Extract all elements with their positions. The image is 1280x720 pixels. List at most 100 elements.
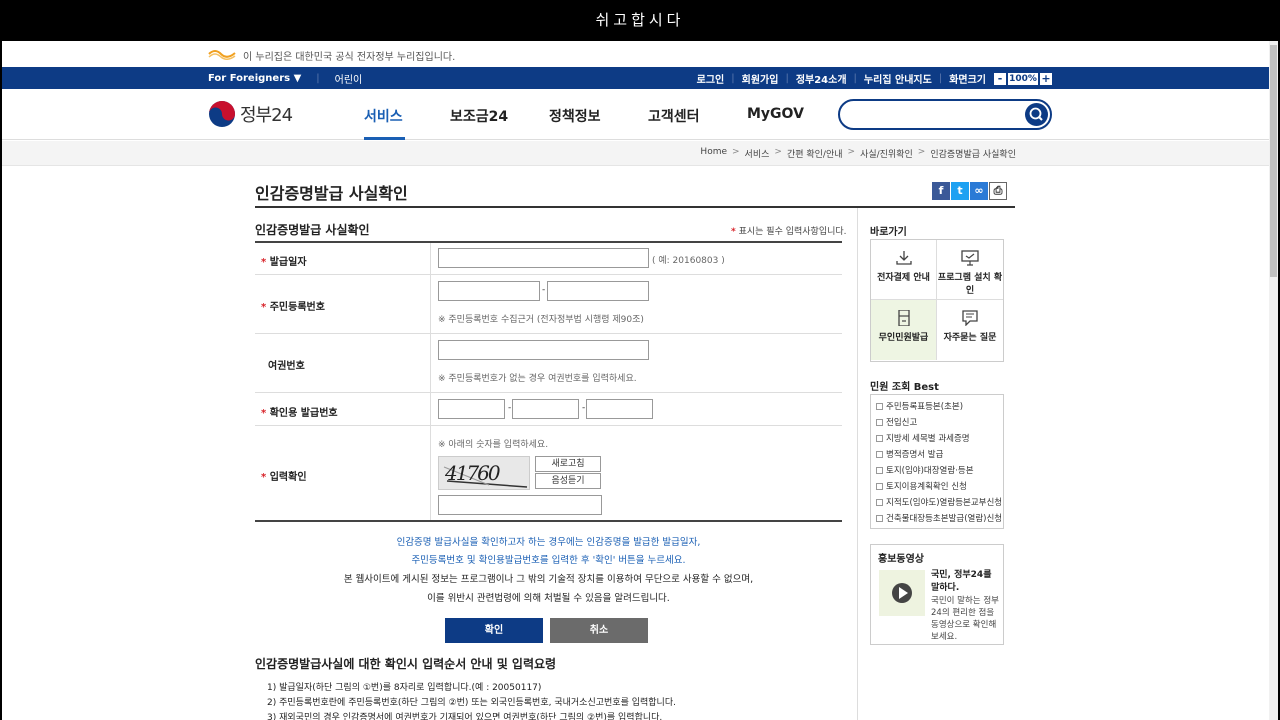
breadcrumb-item[interactable]: 간편 확인/안내 [787,147,843,160]
breadcrumb-item[interactable]: 서비스 [745,147,770,160]
bullet-icon [876,435,883,442]
bullet-icon [876,419,883,426]
facebook-share-button[interactable]: f [932,182,950,200]
taegeuk-emblem-icon [209,101,235,127]
util-divider: | [785,73,789,84]
link-copy-button[interactable]: ∞ [970,182,988,200]
confirm-no-input-3[interactable] [586,399,653,419]
best-item[interactable]: 토지이용계획확인 신청 [871,479,1003,495]
util-divider: | [731,73,735,84]
util-divider: | [316,73,320,84]
share-tools: f t ∞ ⎙ [932,182,1007,200]
confirm-dash: - [508,403,512,413]
required-mark: * [261,257,267,268]
screen-size-label: 화면크기 [949,75,986,86]
form-label-cell: * 주민등록번호 [255,275,431,333]
breadcrumb-bar: Home > 서비스 > 간편 확인/안내 > 사실/진위확인 > 인감증명발급 사실확… [2,141,1269,166]
quick-faq[interactable]: 자주묻는 질문 [937,300,1003,360]
promo-heading[interactable]: 국민, 정부24를 말하다. [931,569,1001,595]
title-divider [255,206,1015,208]
gov-notice-text: 이 누리집은 대한민국 공식 전자정부 누리집입니다. [243,52,456,63]
rrn-front-input[interactable] [438,281,540,301]
page-scrollbar[interactable] [1269,41,1278,720]
window-title: 쉬고합시다 [595,11,685,29]
best-item[interactable]: 병적증명서 발급 [871,447,1003,463]
chat-bubble-icon [962,310,978,326]
captcha-text: 41760 [445,461,501,485]
best-title: 민원 조회 Best [870,382,939,393]
kiosk-icon [897,310,910,326]
join-link[interactable]: 회원가입 [742,71,779,86]
best-item[interactable]: 토지(임야)대장열람·등본 [871,463,1003,479]
confirm-dash: - [582,403,586,413]
rrn-back-input[interactable] [547,281,649,301]
breadcrumb-item[interactable]: 사실/진위확인 [860,147,913,160]
best-item[interactable]: 전입신고 [871,415,1003,431]
zoom-control: - 100% + [994,72,1052,85]
window-title-bar: 쉬고합시다 [0,0,1280,41]
confirm-no-input-1[interactable] [438,399,505,419]
util-divider: | [853,73,857,84]
main-navigation: 정부24 서비스 보조금24 정책정보 고객센터 MyGOV [2,89,1269,140]
quick-label: 프로그램 설치 확인 [937,273,1003,296]
nav-customer[interactable]: 고객센터 [648,106,700,126]
best-item[interactable]: 지적도(임야도)열람등본교부신청 [871,495,1003,511]
login-link[interactable]: 로그인 [697,71,725,86]
rrn-label: 주민등록번호 [269,302,325,313]
form-label-cell: * 확인용 발급번호 [255,393,431,425]
search-input[interactable] [850,106,1020,124]
scrollbar-thumb[interactable] [1270,45,1277,277]
issue-date-label: 발급일자 [269,257,307,268]
search-icon [1029,107,1043,121]
quick-links-title: 바로가기 [870,227,907,238]
twitter-share-button[interactable]: t [951,182,969,200]
nav-mygov[interactable]: MyGOV [747,106,804,122]
search-button[interactable] [1025,103,1048,126]
captcha-label: 입력확인 [269,472,307,483]
issue-date-input[interactable] [438,248,649,268]
captcha-hint: ※ 아래의 숫자를 입력하세요. [438,440,549,450]
nav-service[interactable]: 서비스 [364,106,403,126]
nav-policy[interactable]: 정책정보 [549,106,601,126]
quick-program-check[interactable]: 프로그램 설치 확인 [937,240,1003,300]
cancel-button[interactable]: 취소 [550,618,648,643]
guide-step: 3) 재외국민의 경우 인감증명서에 여권번호가 기재되어 있으면 여권번호(하… [267,713,663,720]
nav-subsidy[interactable]: 보조금24 [450,106,508,126]
brand-logo[interactable]: 정부24 [208,100,293,128]
promo-title: 홍보동영상 [878,554,924,565]
guide-step: 2) 주민등록번호란에 주민등록번호(하단 그림의 ②번) 또는 외국인등록번호… [267,698,676,708]
captcha-audio-button[interactable]: 음성듣기 [535,473,601,489]
zoom-in-button[interactable]: + [1040,72,1052,85]
monitor-icon [961,250,979,266]
browser-page: 이 누리집은 대한민국 공식 전자정부 누리집입니다. For Foreigne… [2,41,1278,720]
confirm-no-input-2[interactable] [512,399,579,419]
best-item[interactable]: 지방세 세목별 과세증명 [871,431,1003,447]
chevron-right-icon: > [732,147,740,157]
promo-thumbnail[interactable] [879,570,925,616]
confirm-no-label: 확인용 발급번호 [269,408,338,419]
kids-link[interactable]: 어린이 [335,71,363,86]
for-foreigners-menu[interactable]: For Foreigners ▼ [208,73,301,84]
required-note-text: 표시는 필수 입력사항입니다. [738,227,847,237]
passport-hint: ※ 주민등록번호가 없는 경우 여권번호를 입력하세요. [438,374,637,384]
passport-input[interactable] [438,340,649,360]
bullet-icon [876,483,883,490]
sitemap-link[interactable]: 누리집 안내지도 [864,71,932,86]
about-link[interactable]: 정부24소개 [796,71,847,86]
quick-kiosk[interactable]: 무인민원발급 [871,300,937,360]
quick-epayment[interactable]: 전자결제 안내 [871,240,937,300]
zoom-out-button[interactable]: - [994,72,1006,85]
brand-name: 정부24 [240,105,293,126]
form-label-cell: * 입력확인 [255,426,431,520]
breadcrumb-current: 인감증명발급 사실확인 [930,150,1016,160]
print-button[interactable]: ⎙ [989,182,1007,200]
best-list: 주민등록표등본(초본) 전입신고 지방세 세목별 과세증명 병적증명서 발급 토… [870,394,1004,529]
best-item[interactable]: 주민등록표등본(초본) [871,399,1003,415]
breadcrumb-home[interactable]: Home [700,147,727,160]
promo-description: 국민이 말하는 정부24의 편리한 점을 동영상으로 확인해 보세요. [931,596,999,642]
required-mark: * [731,227,736,237]
captcha-input[interactable] [438,495,602,515]
best-item[interactable]: 건축물대장등초본발급(열람)신청 [871,511,1003,527]
captcha-refresh-button[interactable]: 새로고침 [535,456,601,472]
confirm-button[interactable]: 확인 [445,618,543,643]
